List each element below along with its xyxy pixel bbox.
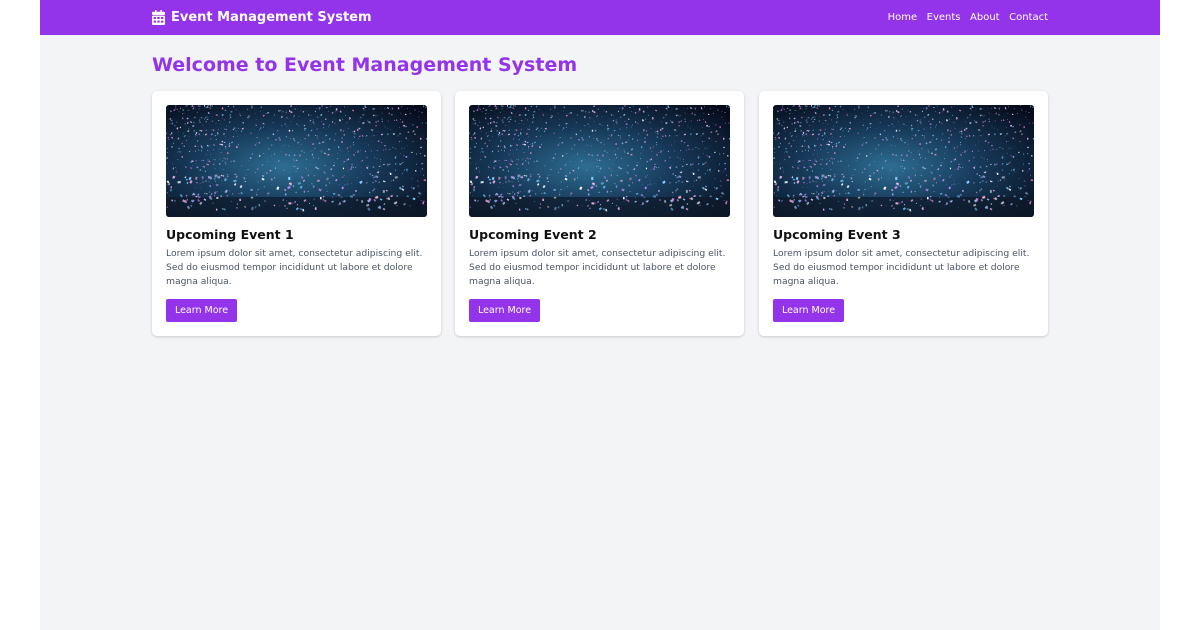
event-description: Lorem ipsum dolor sit amet, consectetur … xyxy=(469,248,726,287)
event-card: Upcoming Event 1 Lorem ipsum dolor sit a… xyxy=(152,91,441,336)
navbar: Event Management System Home Events Abou… xyxy=(40,0,1160,35)
event-card: Upcoming Event 3 Lorem ipsum dolor sit a… xyxy=(759,91,1048,336)
brand[interactable]: Event Management System xyxy=(152,0,372,35)
event-image xyxy=(469,105,730,217)
event-card: Upcoming Event 2 Lorem ipsum dolor sit a… xyxy=(455,91,744,336)
nav-link-home[interactable]: Home xyxy=(888,12,918,23)
event-description: Lorem ipsum dolor sit amet, consectetur … xyxy=(773,248,1030,287)
calendar-icon xyxy=(152,10,165,25)
learn-more-button[interactable]: Learn More xyxy=(469,299,540,322)
event-image xyxy=(166,105,427,217)
event-title: Upcoming Event 1 xyxy=(166,227,294,242)
event-description: Lorem ipsum dolor sit amet, consectetur … xyxy=(166,248,423,287)
app-frame: Event Management System Home Events Abou… xyxy=(40,0,1160,630)
event-image xyxy=(773,105,1034,217)
event-title: Upcoming Event 3 xyxy=(773,227,901,242)
learn-more-button[interactable]: Learn More xyxy=(166,299,237,322)
learn-more-button[interactable]: Learn More xyxy=(773,299,844,322)
nav-links: Home Events About Contact xyxy=(878,0,1048,35)
nav-link-events[interactable]: Events xyxy=(927,12,961,23)
nav-link-contact[interactable]: Contact xyxy=(1009,12,1048,23)
event-title: Upcoming Event 2 xyxy=(469,227,597,242)
page-title: Welcome to Event Management System xyxy=(152,54,578,76)
brand-title: Event Management System xyxy=(171,10,372,25)
nav-link-about[interactable]: About xyxy=(970,12,1000,23)
